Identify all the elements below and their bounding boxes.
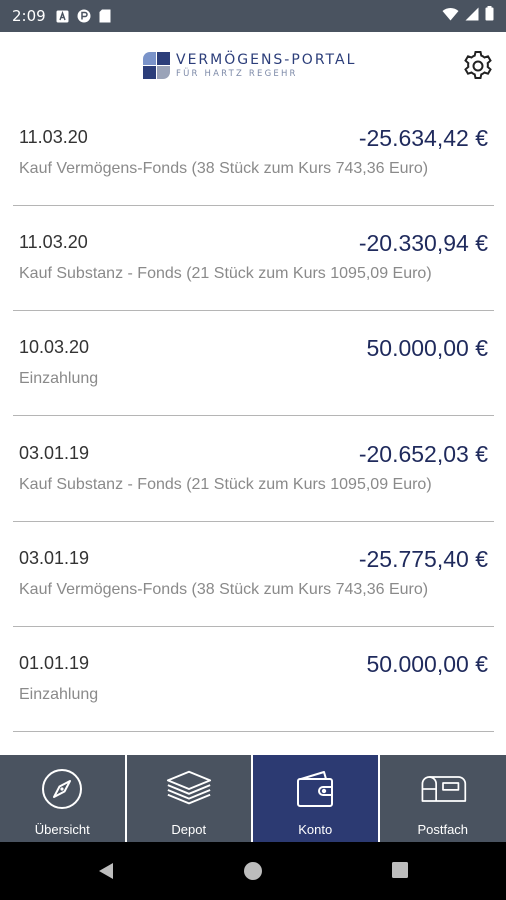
transaction-row[interactable]: 03.01.19 -20.652,03 € Kauf Substanz - Fo… [13, 416, 494, 522]
transaction-description: Einzahlung [19, 370, 99, 387]
transaction-amount: -25.775,40 € [358, 546, 488, 572]
recents-icon[interactable] [391, 861, 409, 884]
transaction-amount: 50.000,00 € [366, 651, 488, 677]
app-header: VERMÖGENS-PORTAL FÜR HARTZ REGEHR [0, 32, 506, 100]
transaction-row[interactable]: 03.01.19 -25.775,40 € Kauf Vermögens-Fon… [13, 521, 494, 627]
a-box-icon [56, 9, 70, 23]
transaction-date: 11.03.20 [19, 232, 88, 252]
transaction-description: Kauf Vermögens-Fonds (38 Stück zum Kurs … [19, 160, 429, 177]
logo-title: VERMÖGENS-PORTAL [176, 51, 357, 68]
settings-button[interactable] [460, 48, 496, 84]
system-navigation-bar [0, 842, 506, 900]
tab-label: Postfach [417, 822, 469, 837]
tab-konto[interactable]: Konto [253, 755, 380, 842]
transaction-description: Kauf Substanz - Fonds (21 Stück zum Kurs… [19, 265, 432, 282]
wallet-icon [291, 767, 339, 811]
back-icon[interactable] [96, 861, 116, 886]
bottom-navigation: Übersicht Depot Konto Postfach [0, 755, 506, 842]
tab-label: Depot [171, 822, 207, 837]
portal-logo: VERMÖGENS-PORTAL FÜR HARTZ REGEHR [143, 52, 356, 79]
transaction-row[interactable]: 10.03.20 50.000,00 € Einzahlung [13, 310, 494, 416]
tab-postfach[interactable]: Postfach [380, 755, 506, 842]
compass-icon [38, 767, 86, 811]
signal-icon [465, 7, 479, 26]
wifi-icon [442, 7, 459, 26]
transaction-date: 01.01.19 [19, 653, 90, 673]
logo-mark-icon [143, 52, 170, 79]
transaction-date: 11.03.20 [19, 127, 88, 147]
status-bar: 2:09 [0, 0, 506, 32]
transaction-amount: -20.652,03 € [358, 441, 488, 467]
transaction-row[interactable]: 01.01.19 50.000,00 € Einzahlung [13, 626, 494, 732]
tab-label: Übersicht [34, 822, 90, 837]
transaction-date: 03.01.19 [19, 548, 90, 568]
logo-subtitle: FÜR HARTZ REGEHR [176, 68, 298, 79]
tab-depot[interactable]: Depot [127, 755, 253, 842]
home-icon[interactable] [243, 861, 263, 886]
transaction-description: Kauf Substanz - Fonds (21 Stück zum Kurs… [19, 476, 432, 493]
battery-icon [485, 6, 494, 26]
transaction-amount: 50.000,00 € [366, 335, 488, 361]
transaction-description: Kauf Vermögens-Fonds (38 Stück zum Kurs … [19, 581, 429, 598]
transaction-description: Einzahlung [19, 686, 99, 703]
mailbox-icon [419, 767, 467, 811]
transaction-row[interactable]: 11.03.20 -25.634,42 € Kauf Vermögens-Fon… [13, 100, 494, 206]
sd-card-icon [98, 9, 112, 23]
tab-uebersicht[interactable]: Übersicht [0, 755, 127, 842]
transaction-amount: -25.634,42 € [358, 125, 488, 151]
status-time: 2:09 [12, 7, 46, 25]
gear-icon [464, 51, 492, 79]
transaction-row[interactable]: 11.03.20 -20.330,94 € Kauf Substanz - Fo… [13, 205, 494, 311]
transaction-amount: -20.330,94 € [358, 230, 488, 256]
circle-p-icon [77, 9, 91, 23]
layers-icon [165, 767, 213, 811]
transaction-date: 03.01.19 [19, 443, 90, 463]
tab-label: Konto [298, 822, 333, 837]
transaction-date: 10.03.20 [19, 337, 90, 357]
